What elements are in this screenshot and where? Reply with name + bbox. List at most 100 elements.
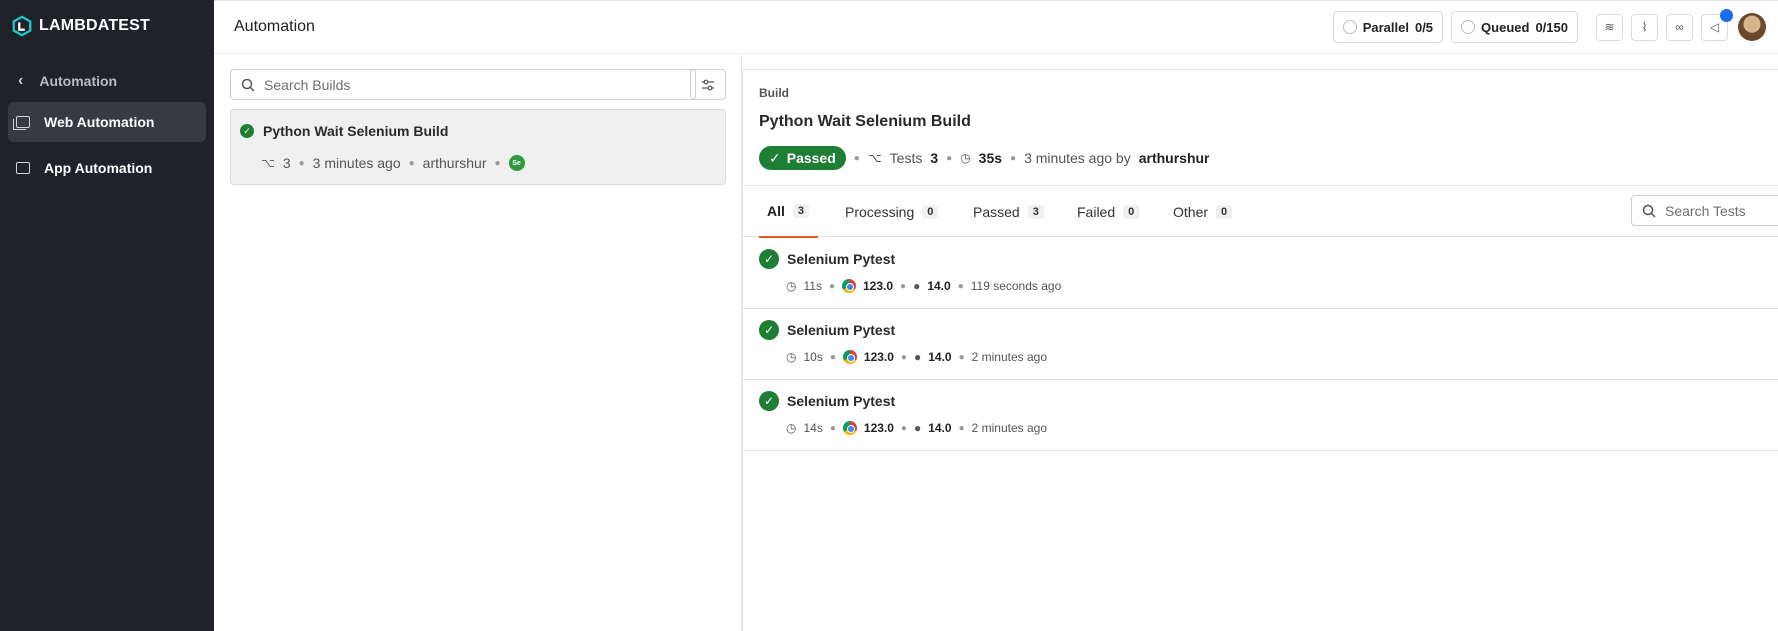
filter-button[interactable] — [690, 69, 726, 100]
test-name: Selenium Pytest — [787, 322, 896, 338]
chrome-icon — [842, 279, 856, 293]
sidebar-back-automation[interactable]: ‹ Automation — [0, 66, 214, 96]
build-meta: ✓ Passed ● ⌥ Tests 3 ● ◷ 35s ● 3 minutes… — [759, 146, 1210, 170]
header-actions: Parallel 0/5 Queued 0/150 ≋ ⌇ ∞ ◁ — [1332, 8, 1766, 43]
sidebar-back-label: Automation — [39, 73, 118, 89]
separator-dot: ● — [900, 280, 907, 292]
build-user: arthurshur — [1138, 150, 1210, 166]
separator-dot: ● — [946, 152, 953, 164]
build-test-count: 3 — [282, 155, 291, 171]
selenium-icon: Se — [508, 155, 525, 171]
check-icon: ✓ — [769, 149, 781, 166]
separator-dot: ● — [957, 280, 964, 292]
browser-version: 123.0 — [863, 421, 894, 435]
test-time: 119 seconds ago — [970, 279, 1062, 293]
tab-label: Failed — [1077, 204, 1116, 220]
megaphone-icon: ◁ — [1709, 20, 1720, 34]
chrome-icon — [842, 350, 857, 364]
browser-version: 123.0 — [863, 279, 894, 293]
build-card[interactable]: ✓ Python Wait Selenium Build ⌥ 3 ● 3 min… — [230, 109, 726, 185]
passed-check-icon: ✓ — [759, 320, 779, 340]
test-branch-icon: ⌥ — [261, 156, 275, 170]
test-tabs: All 3 Processing 0 Passed 3 Failed 0 Oth… — [743, 185, 1778, 238]
tunnel-button[interactable]: ≋ — [1596, 13, 1623, 41]
tunnel-icon: ≋ — [1604, 20, 1615, 34]
sidebar-item-web-automation[interactable]: Web Automation — [8, 102, 206, 142]
status-label: Passed — [786, 150, 836, 166]
test-row[interactable]: ✓ Selenium Pytest ◷ 11s ● 123.0 ● ● 14.0… — [743, 238, 1778, 309]
search-tests-input[interactable] — [1665, 202, 1775, 219]
search-tests-field[interactable] — [1631, 195, 1778, 226]
os-version: 14.0 — [927, 279, 951, 293]
search-builds-field[interactable] — [230, 69, 696, 100]
builds-panel: ✓ Python Wait Selenium Build ⌥ 3 ● 3 min… — [214, 55, 742, 631]
os-version: 14.0 — [928, 421, 952, 435]
separator-dot: ● — [1010, 152, 1017, 164]
test-row[interactable]: ✓ Selenium Pytest ◷ 14s ● 123.0 ● ● 14.0… — [743, 380, 1778, 451]
test-duration: 10s — [803, 350, 823, 364]
passed-check-icon: ✓ — [759, 391, 779, 411]
tab-failed[interactable]: Failed 0 — [1077, 186, 1140, 238]
search-builds-input[interactable] — [264, 76, 664, 93]
passed-check-icon: ✓ — [240, 124, 254, 138]
status-badge: ✓ Passed — [759, 146, 846, 170]
passed-check-icon: ✓ — [759, 249, 779, 269]
tab-count: 0 — [922, 205, 939, 219]
separator-dot: ● — [829, 351, 836, 363]
tab-processing[interactable]: Processing 0 — [845, 186, 939, 238]
search-icon — [241, 78, 255, 92]
lambdatest-logo-icon — [12, 15, 32, 37]
tab-passed[interactable]: Passed 3 — [973, 186, 1044, 238]
search-icon — [1642, 204, 1656, 218]
clock-icon: ◷ — [960, 151, 971, 165]
test-branch-icon: ⌥ — [867, 151, 882, 165]
tab-label: Processing — [845, 204, 915, 220]
integrations-button[interactable]: ∞ — [1666, 13, 1693, 41]
parallel-label: Parallel — [1362, 19, 1409, 35]
build-time: 3 minutes ago by — [1024, 150, 1131, 166]
window-icon — [16, 162, 30, 174]
queued-indicator[interactable]: Queued 0/150 — [1451, 11, 1578, 43]
parallel-indicator[interactable]: Parallel 0/5 — [1332, 11, 1444, 43]
brand-logo[interactable]: LAMBDATEST — [0, 0, 214, 52]
separator-dot: ● — [494, 157, 501, 169]
test-duration: 11s — [803, 279, 822, 293]
separator-dot: ● — [958, 422, 965, 434]
sidebar-item-label: Web Automation — [44, 114, 155, 130]
test-row[interactable]: ✓ Selenium Pytest ◷ 10s ● 123.0 ● ● 14.0… — [743, 309, 1778, 380]
status-ring-icon — [1461, 20, 1476, 34]
build-user: arthurshur — [422, 155, 487, 171]
parallel-value: 0/5 — [1414, 19, 1434, 35]
notification-badge — [1720, 8, 1733, 22]
separator-dot: ● — [829, 422, 836, 434]
build-title: Python Wait Selenium Build — [759, 113, 971, 130]
test-time: 2 minutes ago — [971, 350, 1048, 364]
build-time: 3 minutes ago — [312, 155, 401, 171]
tab-other[interactable]: Other 0 — [1173, 186, 1233, 238]
avatar[interactable] — [1738, 13, 1766, 41]
chevron-left-icon: ‹ — [18, 72, 24, 89]
tab-all[interactable]: All 3 — [759, 186, 818, 238]
build-duration: 35s — [978, 150, 1003, 166]
tests-label: Tests — [889, 150, 923, 166]
separator-dot: ● — [853, 152, 860, 164]
test-name: Selenium Pytest — [787, 251, 896, 267]
brand-name: LAMBDATEST — [39, 17, 151, 34]
separator-dot: ● — [828, 280, 835, 292]
sidebar-item-app-automation[interactable]: App Automation — [8, 148, 206, 188]
tab-count: 0 — [1216, 205, 1233, 219]
apple-icon: ● — [913, 279, 921, 293]
build-detail: Build Python Wait Selenium Build ✓ Passe… — [742, 69, 1778, 631]
windows-icon — [13, 116, 30, 130]
announcements-button[interactable]: ◁ — [1701, 8, 1733, 41]
apple-icon: ● — [913, 421, 922, 435]
browser-version: 123.0 — [863, 350, 894, 364]
analytics-button[interactable]: ⌇ — [1631, 13, 1658, 41]
sliders-icon — [702, 79, 714, 90]
separator-dot: ● — [408, 157, 415, 169]
apple-icon: ● — [913, 350, 922, 364]
build-name: Python Wait Selenium Build — [263, 123, 449, 139]
clock-icon: ◷ — [786, 421, 797, 435]
test-duration: 14s — [803, 421, 823, 435]
page-title: Automation — [234, 18, 315, 35]
